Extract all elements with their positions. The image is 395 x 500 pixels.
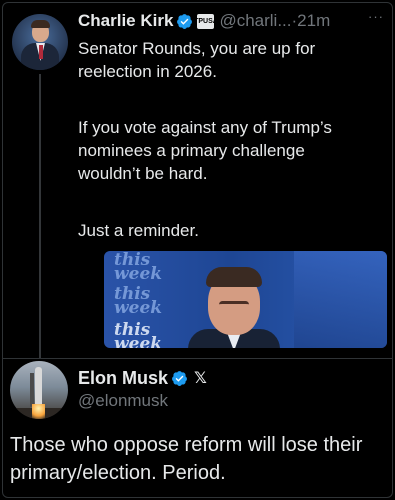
tweet2-line: Those who oppose reform will lose their bbox=[10, 434, 363, 456]
tweet1-line: nominees a primary challenge bbox=[78, 141, 305, 160]
tweet1-line: Just a reminder. bbox=[78, 221, 199, 240]
tweet1-paragraph-2: If you vote against any of Trump’s nomin… bbox=[78, 116, 332, 185]
x-logo-icon[interactable]: 𝕏 bbox=[194, 368, 207, 388]
tweet1-paragraph-3: Just a reminder. bbox=[78, 219, 199, 242]
tweet1-line: reelection in 2026. bbox=[78, 62, 217, 81]
tweet1-timestamp[interactable]: 21m bbox=[297, 11, 330, 31]
verified-badge-icon bbox=[177, 13, 193, 29]
tweet1-video-thumbnail[interactable]: this week this week this week bbox=[104, 251, 387, 348]
tweet2-header: Elon Musk 𝕏 bbox=[78, 366, 207, 390]
tweet2-line: primary/election. Period. bbox=[10, 462, 226, 484]
tweet1-line: If you vote against any of Trump’s bbox=[78, 118, 332, 137]
tweet1-line: Senator Rounds, you are up for bbox=[78, 39, 316, 58]
affiliate-badge[interactable]: TPUSA bbox=[194, 13, 218, 29]
show-logo: this week bbox=[114, 320, 163, 349]
show-logo: this week bbox=[114, 284, 163, 318]
tweet2-author-name[interactable]: Elon Musk bbox=[78, 368, 168, 389]
tweet1-handle[interactable]: @charli... bbox=[219, 11, 291, 31]
tweet-divider bbox=[3, 358, 392, 359]
tweet1-paragraph-1: Senator Rounds, you are up for reelectio… bbox=[78, 37, 315, 83]
more-options-icon[interactable]: ··· bbox=[368, 9, 384, 24]
verified-badge-icon bbox=[172, 370, 187, 386]
charlie-kirk-avatar[interactable] bbox=[12, 14, 68, 70]
tweet1-author-name[interactable]: Charlie Kirk bbox=[78, 11, 173, 31]
tweet2-body: Those who oppose reform will lose their … bbox=[10, 431, 362, 487]
studio-screen bbox=[294, 251, 387, 348]
tweet1-line: wouldn’t be hard. bbox=[78, 164, 208, 183]
tweet1-header: Charlie Kirk TPUSA @charli... · 21m bbox=[78, 9, 330, 33]
tweet2-handle[interactable]: @elonmusk bbox=[78, 391, 168, 411]
show-logo: this week bbox=[114, 251, 163, 284]
thread-connector-line bbox=[39, 74, 41, 358]
elon-musk-avatar[interactable] bbox=[10, 361, 68, 419]
